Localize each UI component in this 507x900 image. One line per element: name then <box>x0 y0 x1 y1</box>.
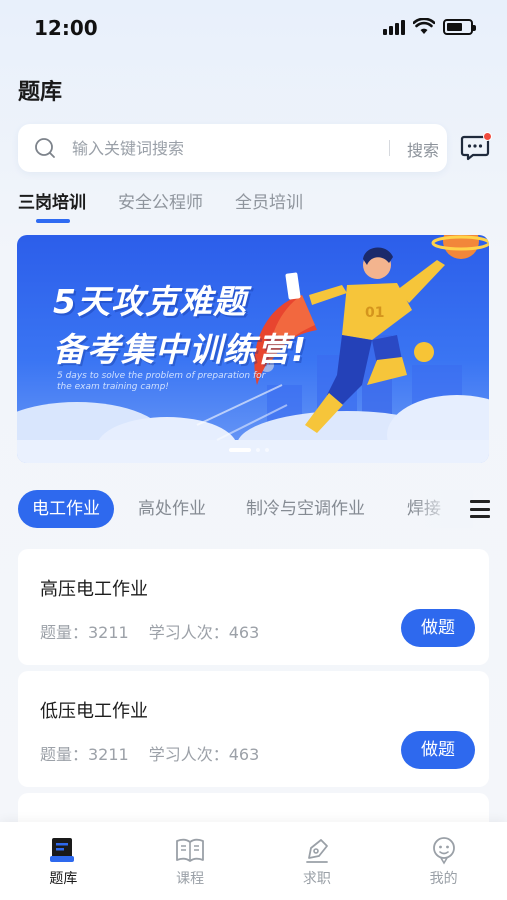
battery-icon <box>443 18 476 35</box>
page-title: 题库 <box>18 80 63 105</box>
search-divider <box>389 140 390 156</box>
do-questions-button[interactable]: 做题 <box>401 731 475 769</box>
profile-icon <box>432 837 455 865</box>
learner-count: 学习人次：463 <box>148 745 260 764</box>
carousel-indicator <box>229 448 269 452</box>
subcategory-height-work[interactable]: 高处作业 <box>138 490 206 528</box>
question-bank-icon <box>50 838 75 862</box>
learner-count: 学习人次：463 <box>148 623 260 642</box>
tab-all-staff[interactable]: 全员培训 <box>235 188 303 225</box>
practice-meta: 题量：3211 学习人次：463 <box>40 619 259 643</box>
status-icons <box>383 18 476 35</box>
status-time: 12:00 <box>34 16 98 40</box>
status-bar: 12:00 <box>0 0 507 56</box>
pen-icon <box>305 839 328 863</box>
nav-label: 题库 <box>49 871 78 887</box>
promo-banner[interactable]: 01 5天攻克难题 备考集中训练营! 5 days to solve the p… <box>17 235 489 463</box>
question-count: 题量：3211 <box>40 745 129 764</box>
banner-caption: 5 days to solve the problem of preparati… <box>57 371 266 392</box>
practice-card[interactable]: 低压电工作业 题量：3211 学习人次：463 做题 <box>18 671 489 787</box>
search-icon <box>35 138 55 158</box>
subcategory-fade <box>413 490 473 528</box>
do-questions-button[interactable]: 做题 <box>401 609 475 647</box>
subcategory-refrigeration[interactable]: 制冷与空调作业 <box>246 490 365 528</box>
practice-title: 高压电工作业 <box>40 579 148 600</box>
carousel-dot <box>256 448 260 452</box>
nav-profile[interactable]: 我的 <box>380 822 507 900</box>
nav-courses[interactable]: 课程 <box>127 822 254 900</box>
book-icon <box>176 838 205 862</box>
search-button[interactable]: 搜索 <box>407 137 439 161</box>
practice-card[interactable]: 高压电工作业 题量：3211 学习人次：463 做题 <box>18 549 489 665</box>
nav-jobs[interactable]: 求职 <box>254 822 381 900</box>
nav-label: 课程 <box>176 871 205 887</box>
wifi-icon <box>413 18 435 34</box>
nav-question-bank[interactable]: 题库 <box>0 822 127 900</box>
jersey-number: 01 <box>365 305 384 321</box>
subcategory-row: 电工作业 高处作业 制冷与空调作业 焊接 <box>18 490 507 528</box>
category-tabs: 三岗培训 安全公程师 全员培训 <box>18 188 303 225</box>
tab-safety-engineer[interactable]: 安全公程师 <box>118 188 203 225</box>
banner-headline: 5天攻克难题 <box>53 282 247 321</box>
practice-title: 低压电工作业 <box>40 701 148 722</box>
practice-meta: 题量：3211 学习人次：463 <box>40 741 259 765</box>
question-count: 题量：3211 <box>40 623 129 642</box>
cellular-signal-icon <box>383 19 405 35</box>
tab-three-posts[interactable]: 三岗培训 <box>18 188 86 225</box>
search-bar[interactable]: 搜索 <box>18 124 447 172</box>
menu-icon[interactable] <box>470 500 490 518</box>
nav-label: 我的 <box>429 871 458 887</box>
message-button[interactable] <box>460 132 492 164</box>
nav-label: 求职 <box>302 871 331 887</box>
notification-badge <box>483 132 492 141</box>
subcategory-electrical[interactable]: 电工作业 <box>18 490 114 528</box>
banner-subheadline: 备考集中训练营! <box>53 330 308 369</box>
search-input[interactable] <box>72 136 362 160</box>
bottom-nav: 题库 课程 求职 我的 <box>0 822 507 900</box>
carousel-dot-active <box>229 448 251 452</box>
carousel-dot <box>265 448 269 452</box>
